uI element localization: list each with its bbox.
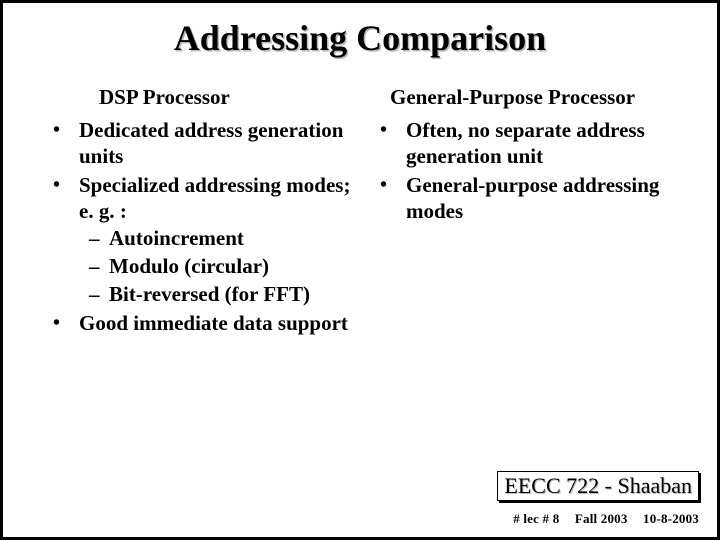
bullet-list-dsp: Dedicated address generation units Speci… [43, 118, 370, 341]
list-item: Autoincrement [79, 226, 370, 252]
footer-line: # lec # 8 Fall 2003 10-8-2003 [501, 511, 699, 527]
heading-gpp: General-Purpose Processor [390, 85, 697, 110]
course-footer-box: EECC 722 - Shaaban [497, 471, 699, 501]
list-item: Specialized addressing modes; e. g. : Au… [43, 173, 370, 307]
list-item: General-purpose addressing modes [370, 173, 697, 224]
list-item: Good immediate data support [43, 311, 370, 337]
footer-term: Fall 2003 [575, 511, 628, 526]
bullet-list-gpp: Often, no separate address generation un… [370, 118, 697, 228]
footer-lec: # lec # 8 [513, 511, 559, 526]
column-dsp: DSP Processor Dedicated address generati… [43, 85, 370, 341]
slide-title: Addressing Comparison [3, 17, 717, 59]
sublist: Autoincrement Modulo (circular) Bit-reve… [79, 226, 370, 307]
footer-date: 10-8-2003 [643, 511, 699, 526]
list-item: Dedicated address generation units [43, 118, 370, 169]
columns: DSP Processor Dedicated address generati… [3, 85, 717, 341]
slide: Addressing Comparison DSP Processor Dedi… [0, 0, 720, 540]
list-item: Bit-reversed (for FFT) [79, 282, 370, 308]
list-item: Often, no separate address generation un… [370, 118, 697, 169]
heading-dsp: DSP Processor [99, 85, 370, 110]
list-item-text: Specialized addressing modes; e. g. : [79, 173, 350, 223]
column-gpp: General-Purpose Processor Often, no sepa… [370, 85, 697, 341]
list-item: Modulo (circular) [79, 254, 370, 280]
